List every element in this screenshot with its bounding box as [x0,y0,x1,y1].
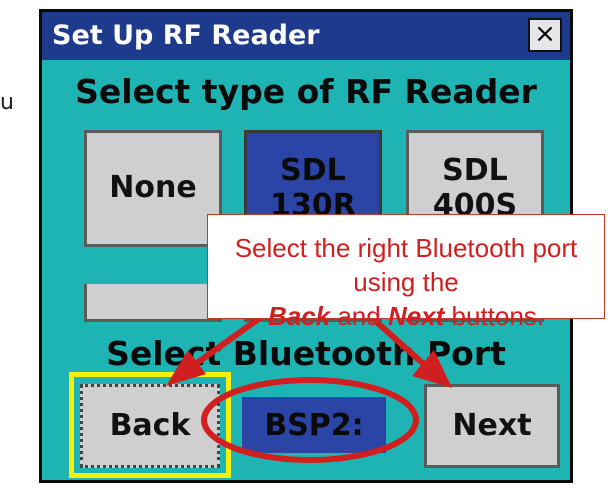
callout-line-2: Back and Next buttons. [208,299,604,333]
callout-line-1: Select the right Bluetooth port using th… [234,233,578,297]
callout-tail: buttons. [444,301,545,331]
callout-back-word: Back [267,301,331,331]
instruction-callout: Select the right Bluetooth port using th… [207,214,605,331]
port-highlight-ellipse [201,377,419,463]
callout-next-word: Next [387,301,445,331]
callout-and-word: and [330,301,388,331]
arrow-head-back [166,350,206,386]
